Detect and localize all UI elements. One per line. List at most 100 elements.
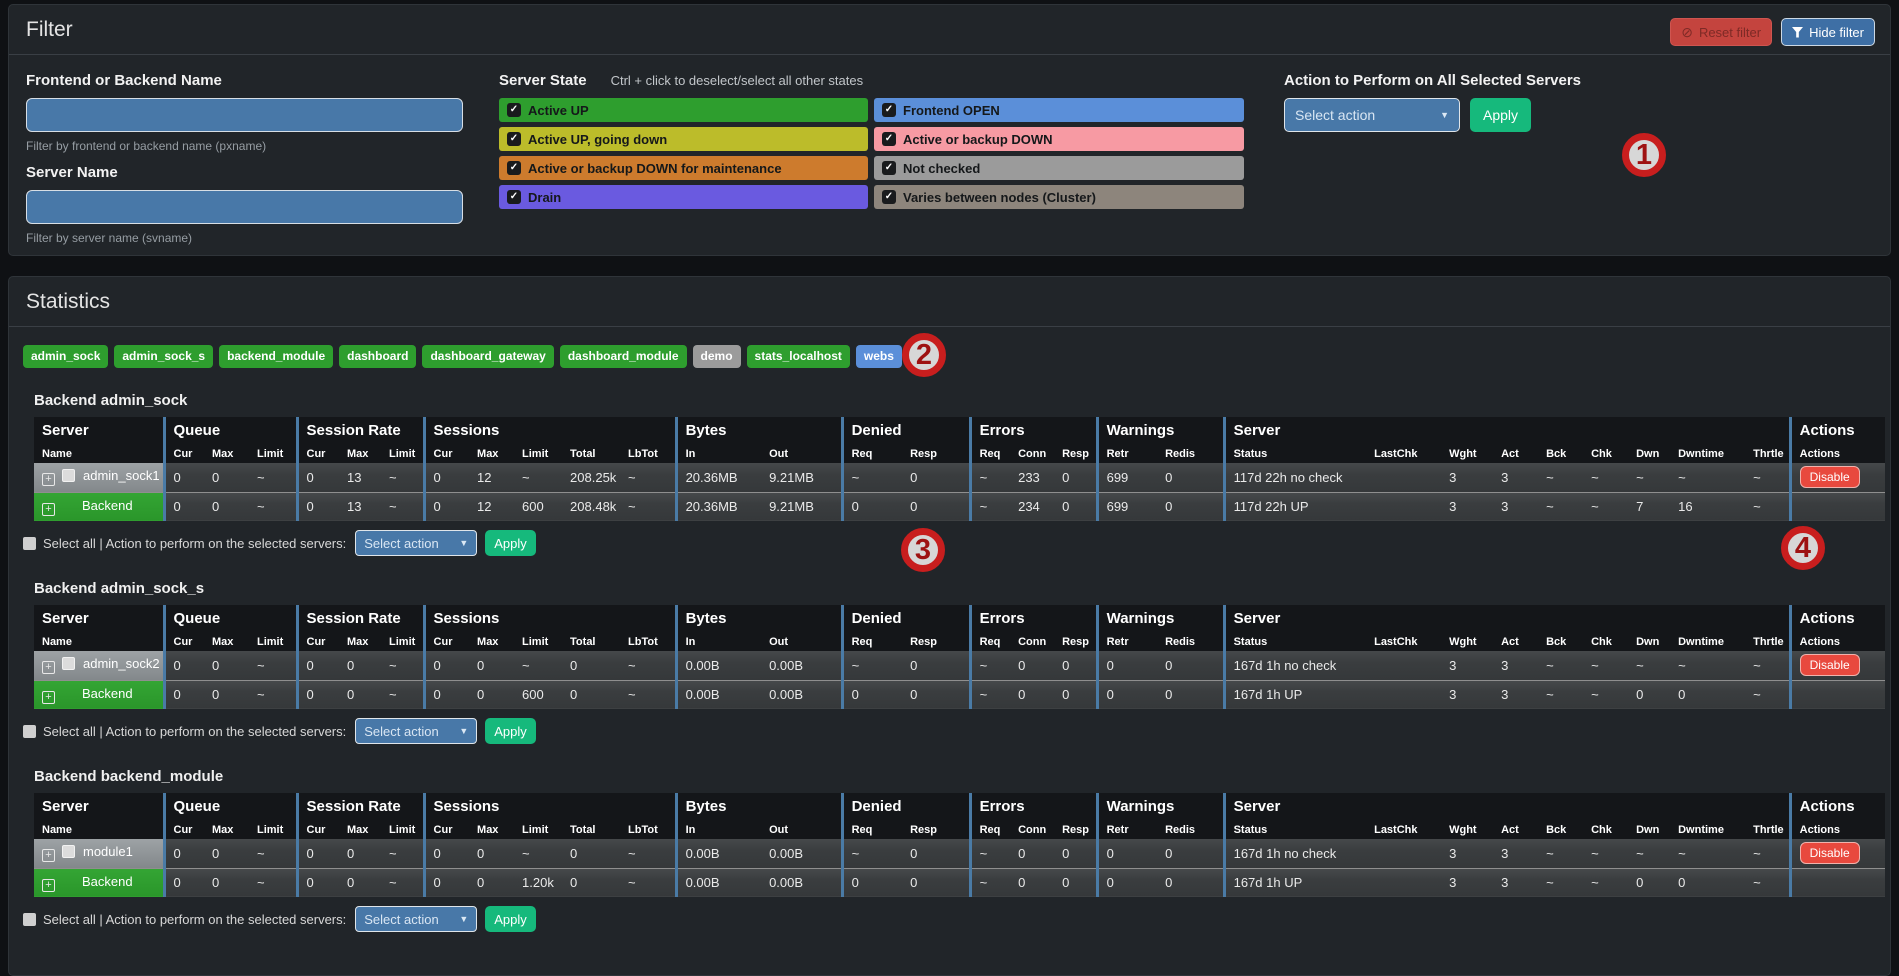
stat-cell: 0 — [424, 463, 469, 492]
cancel-circle-icon: ⊘ — [1681, 24, 1693, 41]
column-header: Max — [469, 632, 514, 651]
stat-cell: 0 — [562, 839, 620, 868]
stat-cell: 0 — [562, 868, 620, 897]
stat-cell: 0 — [1097, 651, 1157, 680]
column-header: Conn — [1010, 820, 1054, 839]
server-state-label: Server State — [499, 72, 587, 89]
row-apply-button[interactable]: Apply — [485, 906, 536, 932]
stat-cell: ~ — [1745, 839, 1790, 868]
pxname-input[interactable] — [26, 98, 463, 132]
server-row-checkbox[interactable] — [62, 469, 75, 482]
hide-filter-button[interactable]: Hide filter — [1781, 18, 1875, 46]
proxy-badge[interactable]: webs — [856, 345, 902, 368]
expand-icon[interactable]: + — [42, 879, 55, 892]
server-state-toggle[interactable]: ✓Varies between nodes (Cluster) — [874, 185, 1244, 209]
column-header: Limit — [514, 632, 562, 651]
server-state-toggle[interactable]: ✓Frontend OPEN — [874, 98, 1244, 122]
stat-cell: ~ — [1745, 651, 1790, 680]
select-all-checkbox[interactable] — [23, 725, 36, 738]
stat-cell: 13 — [339, 463, 381, 492]
stat-cell: 0 — [1097, 839, 1157, 868]
server-state-toggle[interactable]: ✓Active UP — [499, 98, 868, 122]
row-apply-button[interactable]: Apply — [485, 530, 536, 556]
column-group-header: Queue — [164, 417, 297, 444]
backend-section: Backend admin_sockServerQueueSession Rat… — [23, 392, 1876, 556]
global-action-select[interactable]: Select action ▼ — [1284, 98, 1460, 132]
reset-filter-button[interactable]: ⊘ Reset filter — [1670, 18, 1772, 46]
table-row: +module100~00~00~0~0.00B0.00B~0~0000167d… — [34, 839, 1885, 868]
server-state-column: Server State Ctrl + click to deselect/se… — [499, 72, 1244, 256]
expand-icon[interactable]: + — [42, 691, 55, 704]
actions-cell — [1790, 868, 1885, 897]
column-header: Name — [34, 444, 164, 463]
proxy-badge[interactable]: admin_sock_s — [114, 345, 213, 368]
column-header: LastChk — [1366, 820, 1441, 839]
svname-input[interactable] — [26, 190, 463, 224]
server-row-checkbox[interactable] — [62, 845, 75, 858]
disable-button[interactable]: Disable — [1800, 654, 1860, 676]
server-state-grid: ✓Active UP✓Frontend OPEN✓Active UP, goin… — [499, 98, 1244, 209]
disable-button[interactable]: Disable — [1800, 466, 1860, 488]
row-action-select[interactable]: Select action▼ — [355, 530, 477, 556]
column-header: Thrtle — [1745, 632, 1790, 651]
stat-cell: 167d 1h no check — [1224, 651, 1366, 680]
stat-cell: 20.36MB — [676, 463, 761, 492]
column-header: Req — [970, 820, 1010, 839]
proxy-badge[interactable]: dashboard — [339, 345, 416, 368]
server-state-name: Active UP, going down — [528, 132, 667, 147]
filter-toolbar: ⊘ Reset filter Hide filter — [1670, 18, 1875, 46]
stat-cell: 0 — [1157, 680, 1224, 709]
stat-cell: ~ — [1628, 651, 1670, 680]
reset-filter-label: Reset filter — [1699, 25, 1761, 40]
proxy-badge[interactable]: demo — [693, 345, 741, 368]
stat-cell: 0 — [1097, 680, 1157, 709]
proxy-badge[interactable]: admin_sock — [23, 345, 108, 368]
row-action-select[interactable]: Select action▼ — [355, 718, 477, 744]
expand-icon[interactable]: + — [42, 849, 55, 862]
backend-title: Backend admin_sock_s — [23, 580, 1876, 597]
statistics-content: admin_sock admin_sock_s backend_module dash… — [9, 345, 1890, 942]
stat-cell: ~ — [970, 839, 1010, 868]
global-apply-button[interactable]: Apply — [1470, 98, 1531, 132]
stat-cell: 0 — [297, 680, 339, 709]
column-group-header: Queue — [164, 793, 297, 820]
stat-cell: 0 — [1670, 680, 1745, 709]
checkbox-checked-icon: ✓ — [882, 190, 896, 204]
select-all-checkbox[interactable] — [23, 913, 36, 926]
stat-cell: ~ — [1670, 839, 1745, 868]
stat-cell: ~ — [842, 651, 902, 680]
column-header: Resp — [902, 632, 970, 651]
column-group-header: Session Rate — [297, 605, 424, 632]
server-state-toggle[interactable]: ✓Not checked — [874, 156, 1244, 180]
expand-icon[interactable]: + — [42, 503, 55, 516]
stat-cell: 0 — [204, 839, 249, 868]
stat-cell: 0.00B — [676, 839, 761, 868]
server-state-toggle[interactable]: ✓Active or backup DOWN — [874, 127, 1244, 151]
proxy-badge[interactable]: dashboard_module — [560, 345, 687, 368]
server-state-toggle[interactable]: ✓Active UP, going down — [499, 127, 868, 151]
row-apply-button[interactable]: Apply — [485, 718, 536, 744]
row-action-select[interactable]: Select action▼ — [355, 906, 477, 932]
expand-icon[interactable]: + — [42, 661, 55, 674]
select-all-checkbox[interactable] — [23, 537, 36, 550]
statistics-panel: Statistics admin_sockadmin_sock_sbackend… — [8, 276, 1891, 976]
column-group-header: Sessions — [424, 605, 676, 632]
proxy-badges: admin_sock admin_sock_s backend_module dash… — [23, 345, 1876, 368]
stat-cell: 0.00B — [761, 839, 842, 868]
server-row-checkbox[interactable] — [62, 657, 75, 670]
proxy-badge[interactable]: backend_module — [219, 345, 333, 368]
server-state-toggle[interactable]: ✓Drain — [499, 185, 868, 209]
stat-cell: ~ — [249, 463, 297, 492]
expand-icon[interactable]: + — [42, 473, 55, 486]
filter-panel: Filter ⊘ Reset filter Hide filter Fronte… — [8, 4, 1891, 256]
stat-cell: 0 — [424, 651, 469, 680]
stat-cell: ~ — [620, 839, 676, 868]
proxy-badge[interactable]: stats_localhost — [747, 345, 850, 368]
proxy-badge[interactable]: dashboard_gateway — [422, 345, 553, 368]
column-header: Total — [562, 820, 620, 839]
disable-button[interactable]: Disable — [1800, 842, 1860, 864]
column-header: Resp — [902, 820, 970, 839]
column-header: Req — [970, 444, 1010, 463]
column-header: Redis — [1157, 820, 1224, 839]
server-state-toggle[interactable]: ✓Active or backup DOWN for maintenance — [499, 156, 868, 180]
